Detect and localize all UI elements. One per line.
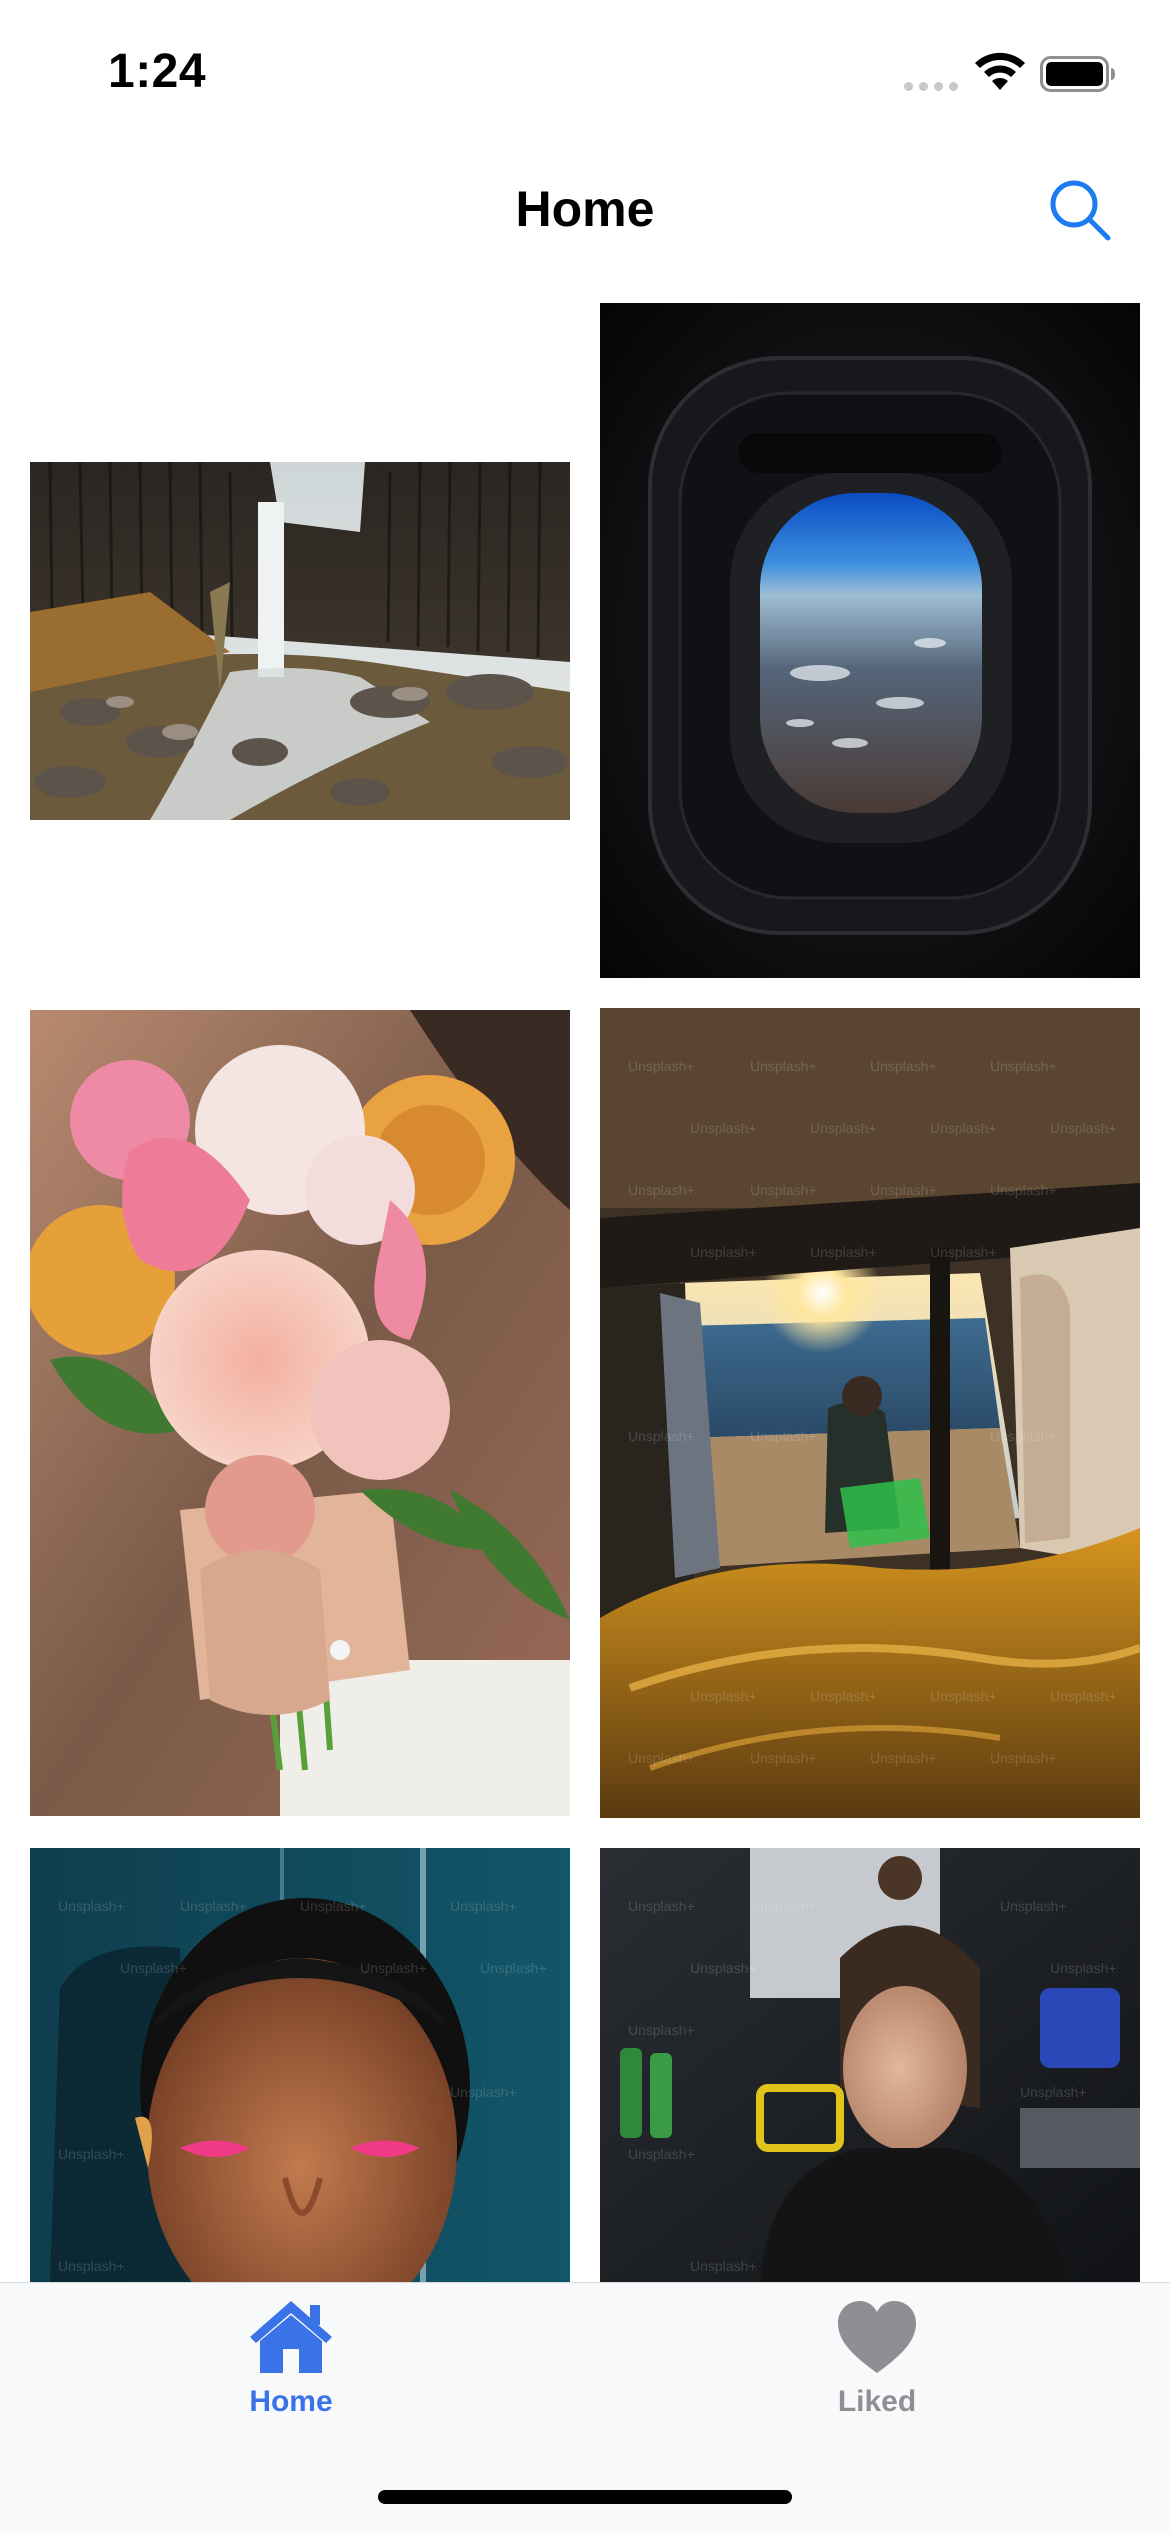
tab-liked-label: Liked	[837, 2385, 917, 2418]
photo-woman-workshop[interactable]: Unsplash+ Unsplash+ Unsplash+ Unsplash+ …	[600, 1848, 1140, 2282]
portrait-image	[30, 1848, 570, 2282]
photo-bouquet[interactable]	[30, 1010, 570, 1816]
tab-home-label: Home	[249, 2385, 333, 2418]
search-button[interactable]	[1040, 170, 1120, 250]
photo-pink-eyeshadow[interactable]: Unsplash+ Unsplash+ Unsplash+ Unsplash+ …	[30, 1848, 570, 2282]
heart-icon	[838, 2301, 916, 2373]
home-indicator	[378, 2490, 792, 2504]
tab-bar: Home Liked	[0, 2282, 1170, 2532]
bouquet-image	[30, 1010, 570, 1816]
signal-icon	[904, 82, 958, 91]
status-time: 1:24	[108, 45, 207, 98]
portrait-image	[600, 1848, 1140, 2282]
tab-home[interactable]: Home	[191, 2297, 391, 2447]
page-title: Home	[515, 181, 655, 237]
status-bar: 1:24	[0, 0, 1170, 140]
search-icon	[1050, 180, 1111, 241]
house-icon	[250, 2301, 332, 2373]
tab-liked[interactable]: Liked	[777, 2297, 977, 2447]
van-sunset-image	[600, 1008, 1140, 1818]
photo-waterfall[interactable]	[30, 462, 570, 820]
battery-icon	[1040, 56, 1115, 92]
wifi-icon	[975, 52, 1025, 90]
airplane-window-image	[600, 303, 1140, 978]
photo-airplane-window[interactable]	[600, 303, 1140, 978]
photo-van-sunset[interactable]: Unsplash+ Unsplash+ Unsplash+ Unsplash+ …	[600, 1008, 1140, 1818]
waterfall-image	[30, 462, 570, 820]
navigation-bar: Home	[0, 140, 1170, 270]
